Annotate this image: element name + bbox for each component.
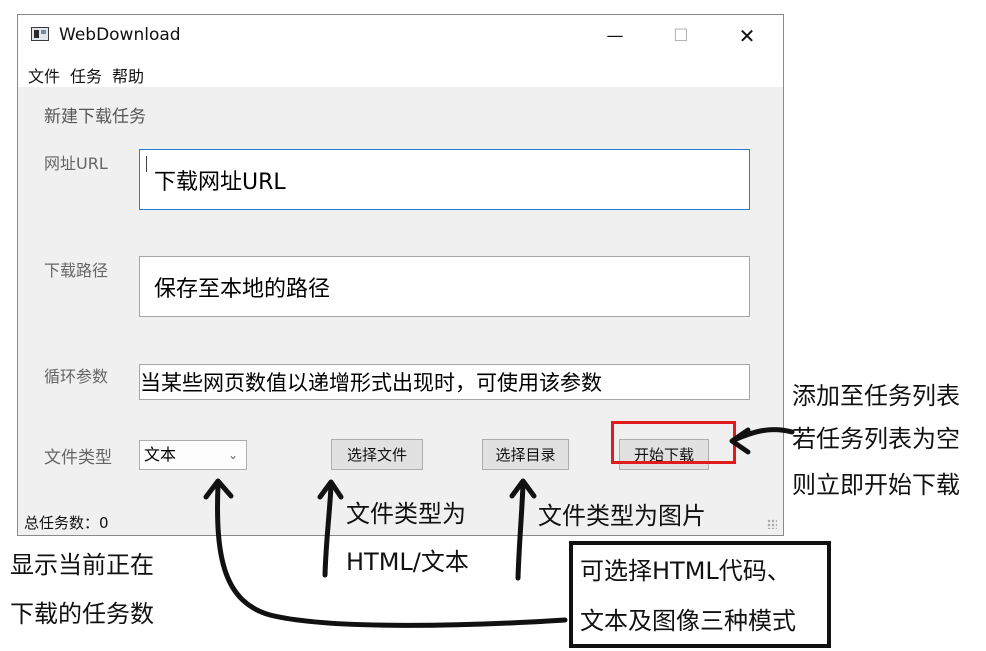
arrow-to-file-type	[215, 482, 568, 628]
arrow-to-select-dir	[515, 481, 526, 581]
annotation-arrows	[203, 427, 795, 628]
arrow-head-start	[729, 427, 751, 455]
arrow-to-select-file	[322, 482, 334, 578]
